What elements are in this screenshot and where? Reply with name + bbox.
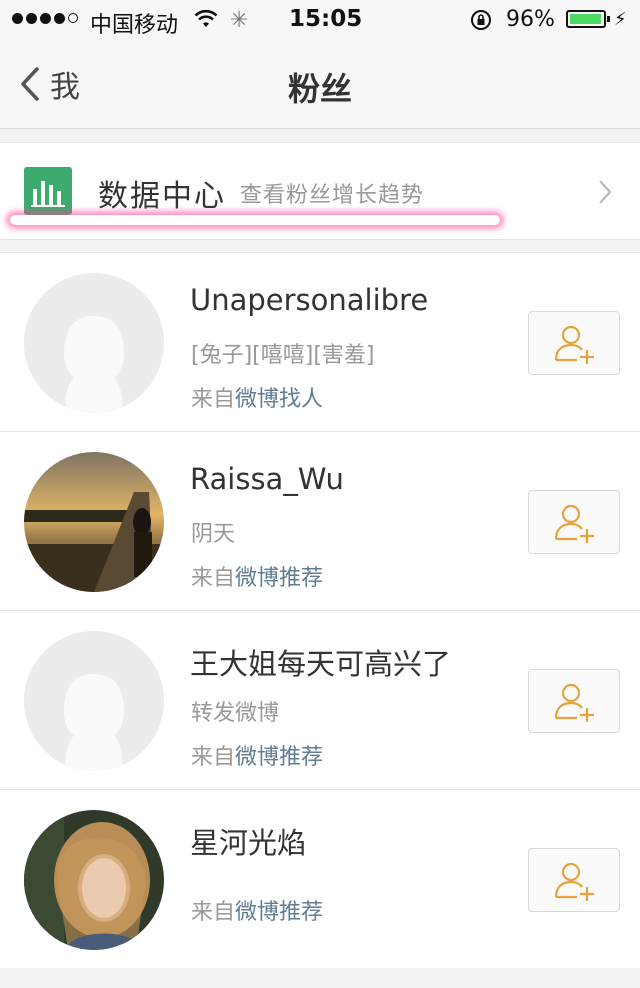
battery-percentage: 96% xyxy=(506,7,555,32)
fan-source: 来自微博推荐 xyxy=(191,894,323,926)
fan-intro: [兔子][嘻嘻][害羞] xyxy=(191,343,375,368)
data-center-row[interactable]: 数据中心 查看粉丝增长趋势 xyxy=(0,142,640,240)
source-link[interactable]: 微博推荐 xyxy=(235,566,323,591)
source-prefix: 来自 xyxy=(191,387,236,412)
follow-button[interactable] xyxy=(528,490,620,554)
highlight-mark xyxy=(10,215,500,225)
fan-list-item[interactable]: Unapersonalibre [兔子][嘻嘻][害羞] 来自微博找人 xyxy=(0,252,640,431)
fan-name[interactable]: Unapersonalibre xyxy=(190,283,428,317)
fan-source: 来自微博推荐 xyxy=(191,739,323,771)
source-link[interactable]: 微博找人 xyxy=(235,387,323,412)
follow-button[interactable] xyxy=(528,848,620,912)
battery-icon xyxy=(566,10,610,28)
clock: 15:05 xyxy=(289,6,363,32)
add-user-icon xyxy=(554,862,594,901)
fan-list-item[interactable]: Raissa_Wu 阴天 来自微博推荐 xyxy=(0,431,640,610)
fan-intro: 转发微博 xyxy=(191,701,280,726)
fan-list-item[interactable]: 王大姐每天可高兴了 转发微博 来自微博推荐 xyxy=(0,610,640,789)
wifi-icon xyxy=(194,9,218,27)
follow-button[interactable] xyxy=(528,311,620,375)
source-prefix: 来自 xyxy=(191,566,236,591)
status-bar: 中国移动 ✳ 15:05 96% ⚡ xyxy=(0,0,640,40)
portrait-photo-avatar[interactable] xyxy=(24,810,164,950)
fan-source: 来自微博找人 xyxy=(191,381,323,413)
default-avatar[interactable] xyxy=(24,273,164,413)
fan-name[interactable]: Raissa_Wu xyxy=(190,462,344,496)
fan-source: 来自微博推荐 xyxy=(191,560,323,592)
default-avatar[interactable] xyxy=(24,631,164,771)
navigation-bar: 我 粉丝 xyxy=(0,40,640,129)
data-center-title: 数据中心 xyxy=(98,179,226,214)
add-user-icon xyxy=(554,504,594,543)
fan-name[interactable]: 星河光焰 xyxy=(190,820,306,862)
source-link[interactable]: 微博推荐 xyxy=(235,900,323,925)
fan-intro: 阴天 xyxy=(191,522,236,547)
sunset-photo-avatar[interactable] xyxy=(24,452,164,592)
source-prefix: 来自 xyxy=(191,745,236,770)
add-user-icon xyxy=(554,683,594,722)
signal-strength-icon xyxy=(12,13,78,24)
loading-spinner-icon: ✳ xyxy=(230,8,249,33)
carrier-label: 中国移动 xyxy=(90,13,179,38)
source-link[interactable]: 微博推荐 xyxy=(235,745,323,770)
follow-button[interactable] xyxy=(528,669,620,733)
charging-icon: ⚡ xyxy=(614,9,627,30)
fan-list-item[interactable]: 星河光焰 来自微博推荐 xyxy=(0,789,640,968)
fan-name[interactable]: 王大姐每天可高兴了 xyxy=(190,641,451,683)
add-user-icon xyxy=(554,325,594,364)
source-prefix: 来自 xyxy=(191,900,236,925)
data-center-subtitle: 查看粉丝增长趋势 xyxy=(240,183,425,208)
fan-list: Unapersonalibre [兔子][嘻嘻][害羞] 来自微博找人 Rais… xyxy=(0,252,640,968)
page-title: 粉丝 xyxy=(287,70,352,108)
rotation-lock-icon xyxy=(471,10,491,30)
bar-chart-icon xyxy=(24,167,72,215)
chevron-right-icon xyxy=(599,180,612,204)
